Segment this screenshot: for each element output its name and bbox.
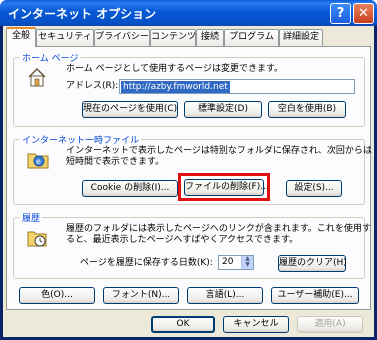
tab-programs[interactable]: プログラム (224, 29, 279, 46)
title-bar[interactable]: インターネット オプション ? ✕ (0, 0, 377, 26)
history-days-spinner[interactable]: 20 ▲ ▼ (218, 255, 254, 270)
close-icon: ✕ (358, 6, 369, 21)
tab-content[interactable]: コンテンツ (150, 29, 196, 46)
window-title: インターネット オプション (8, 7, 157, 21)
home-page-icon (28, 67, 46, 87)
help-icon: ? (336, 6, 345, 21)
temp-files-description-2: 短時間で表示できます。 (66, 157, 165, 167)
tab-security[interactable]: セキュリティ (36, 29, 94, 46)
address-label: アドレス(R): (66, 81, 119, 91)
temp-files-icon: e (27, 153, 49, 169)
colors-button[interactable]: 色(O)... (19, 287, 95, 304)
home-page-description: ホーム ページとして使用するページは変更できます。 (66, 64, 284, 74)
tab-privacy[interactable]: プライバシー (94, 29, 150, 46)
history-days-label: ページを履歴に保存する日数(K): (80, 258, 213, 268)
clear-history-button[interactable]: 履歴のクリア(H) (278, 255, 347, 272)
history-icon (27, 231, 47, 247)
history-days-value: 20 (222, 257, 234, 267)
history-group: 履歴 履歴のフォルダには表示したページへのリンクが含まれます。これを使用す ると… (13, 211, 371, 279)
ok-button[interactable]: OK (151, 316, 215, 333)
history-group-title: 履歴 (20, 211, 43, 224)
home-address-input[interactable]: http://azby.fmworld.net (119, 79, 355, 94)
history-description-2: ると、最近表示したページへすばやくアクセスできます。 (66, 235, 299, 245)
use-current-button[interactable]: 現在のページを使用(C) (82, 101, 178, 118)
spinner-arrows-icon[interactable]: ▲ ▼ (241, 256, 253, 269)
home-page-group: ホーム ページ ホーム ページとして使用するページは変更できます。 アドレス(R… (13, 51, 365, 127)
cancel-button[interactable]: キャンセル (223, 316, 289, 333)
general-tab-panel: ホーム ページ ホーム ページとして使用するページは変更できます。 アドレス(R… (6, 46, 372, 310)
temp-files-group: インターネット一時ファイル e インターネットで表示したページは特別なフォルダに… (13, 133, 372, 205)
temp-files-group-title: インターネット一時ファイル (20, 133, 142, 146)
apply-button[interactable]: 適用(A) (297, 316, 363, 333)
home-address-value: http://azby.fmworld.net (121, 81, 230, 93)
tab-general[interactable]: 全般 (6, 27, 36, 47)
close-button[interactable]: ✕ (353, 3, 374, 24)
dialog-body: 全般 セキュリティ プライバシー コンテンツ 接続 プログラム 詳細設定 ホーム… (3, 26, 374, 337)
tab-advanced[interactable]: 詳細設定 (279, 29, 323, 46)
use-default-button[interactable]: 標準設定(D) (184, 101, 262, 118)
tab-connections[interactable]: 接続 (196, 29, 224, 46)
delete-cookies-button[interactable]: Cookie の削除(I)... (82, 180, 178, 197)
internet-options-window: インターネット オプション ? ✕ 全般 セキュリティ プライバシー コンテンツ… (0, 0, 377, 340)
delete-files-button[interactable]: ファイルの削除(F)... (184, 179, 269, 196)
languages-button[interactable]: 言語(L)... (187, 287, 263, 304)
temp-files-settings-button[interactable]: 設定(S)... (286, 180, 342, 197)
fonts-button[interactable]: フォント(N)... (103, 287, 179, 304)
help-button[interactable]: ? (330, 3, 351, 24)
accessibility-button[interactable]: ユーザー補助(E)... (271, 287, 359, 304)
home-page-group-title: ホーム ページ (20, 51, 81, 64)
svg-text:e: e (36, 157, 41, 166)
history-description-1: 履歴のフォルダには表示したページへのリンクが含まれます。これを使用す (66, 224, 371, 234)
temp-files-description-1: インターネットで表示したページは特別なフォルダに保存され、次回からは (66, 146, 372, 156)
use-blank-button[interactable]: 空白を使用(B) (268, 101, 346, 118)
